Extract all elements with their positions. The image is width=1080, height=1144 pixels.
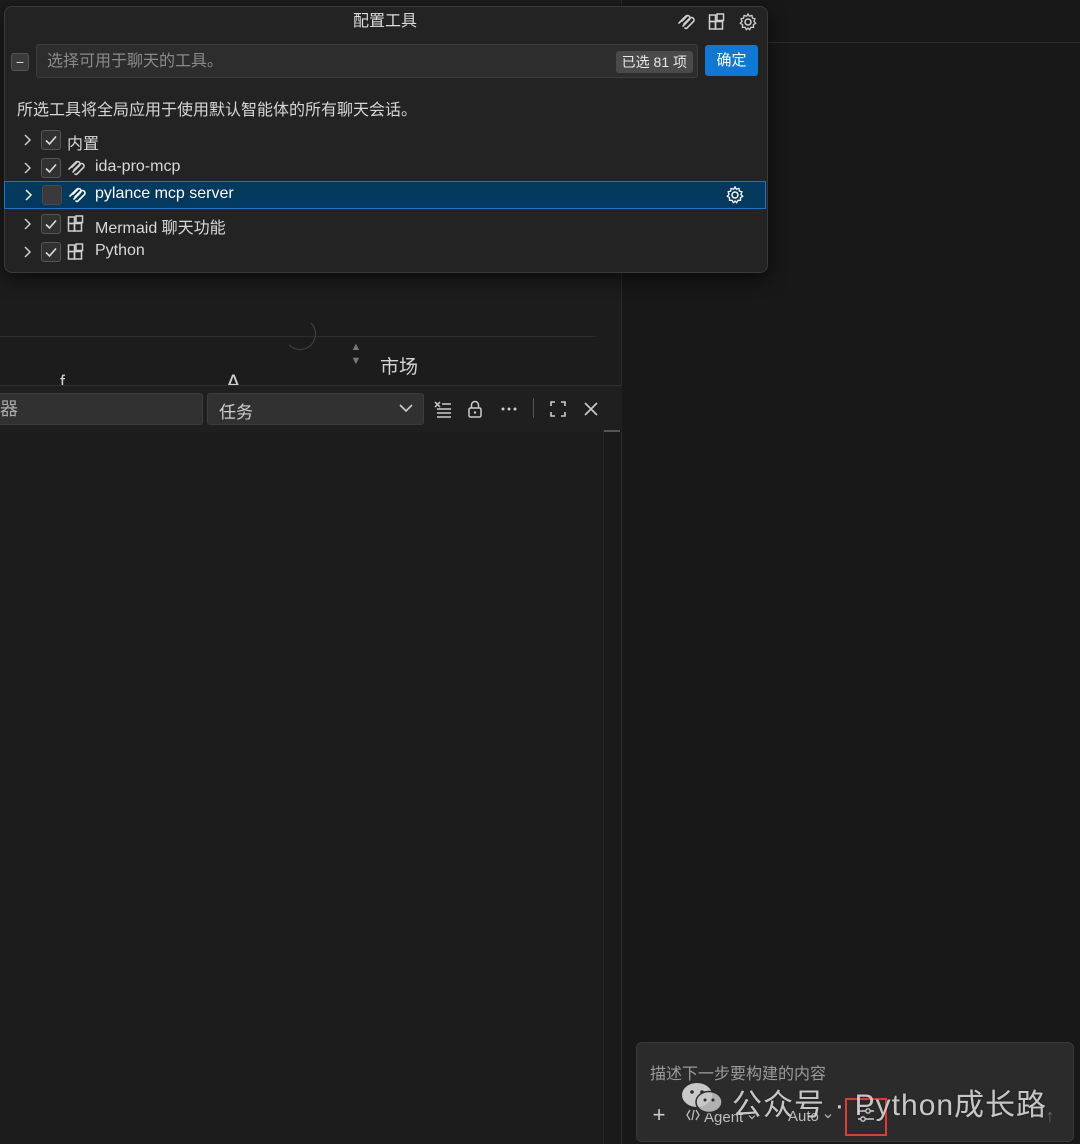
tool-group-row-selected[interactable]: pylance mcp server <box>4 181 766 209</box>
gear-icon[interactable] <box>736 10 760 34</box>
extensions-icon[interactable] <box>705 10 729 34</box>
collapse-all-button[interactable]: − <box>11 53 29 71</box>
market-label: 市场 <box>380 357 419 378</box>
chevron-right-icon[interactable] <box>21 188 35 202</box>
tool-group-row[interactable]: ida-pro-mcp <box>4 154 766 182</box>
tools-search-field[interactable]: 已选 81 项 <box>36 44 698 78</box>
scroll-arrows[interactable]: ▲ ▼ <box>348 340 364 382</box>
tools-search-input[interactable] <box>45 50 609 74</box>
ok-button[interactable]: 确定 <box>705 45 758 76</box>
chevron-right-icon[interactable] <box>20 217 34 231</box>
task-select[interactable]: 任务 <box>207 393 424 425</box>
tool-group-label: Mermaid 聊天功能 <box>95 220 226 237</box>
mcp-icon[interactable] <box>674 10 698 34</box>
watermark-text: 公众号 · Python成长路 <box>732 1089 1048 1122</box>
maximize-icon[interactable] <box>545 396 571 422</box>
clear-list-icon[interactable] <box>429 396 455 422</box>
extensions-icon <box>66 214 86 234</box>
tool-group-label: ida-pro-mcp <box>95 158 181 175</box>
mcp-icon <box>66 158 86 178</box>
tool-checkbox[interactable] <box>41 158 61 178</box>
watermark: 公众号 · Python成长路 <box>680 1080 1047 1124</box>
popup-description: 所选工具将全局应用于使用默认智能体的所有聊天会话。 <box>17 102 418 119</box>
task-select-value: 任务 <box>219 403 253 422</box>
wechat-icon <box>680 1080 724 1124</box>
tool-group-row[interactable]: Mermaid 聊天功能 <box>4 210 766 238</box>
add-context-button[interactable]: + <box>648 1104 670 1126</box>
chevron-right-icon[interactable] <box>20 245 34 259</box>
extensions-icon <box>66 242 86 262</box>
tool-checkbox[interactable] <box>42 185 62 205</box>
filter-input[interactable]: 器 <box>0 393 203 425</box>
panel-scrollbar[interactable] <box>603 430 621 1144</box>
close-icon[interactable] <box>578 396 604 422</box>
more-icon[interactable] <box>496 396 522 422</box>
chevron-right-icon[interactable] <box>20 161 34 175</box>
toolbar-separator <box>533 398 534 418</box>
tool-group-row[interactable]: Python <box>4 238 766 266</box>
tool-group-label: pylance mcp server <box>95 185 234 202</box>
chevron-right-icon[interactable] <box>20 133 34 147</box>
tool-group-label: Python <box>95 242 145 259</box>
lock-icon[interactable] <box>462 396 488 422</box>
tool-group-label: 内置 <box>67 136 100 153</box>
tool-checkbox[interactable] <box>41 242 61 262</box>
tool-checkbox[interactable] <box>41 214 61 234</box>
gear-icon[interactable] <box>725 185 745 205</box>
tool-checkbox[interactable] <box>41 130 61 150</box>
chat-header-divider <box>760 42 1080 43</box>
tool-group-row[interactable]: 内置 <box>4 126 766 154</box>
partial-circle-decoration <box>284 318 316 350</box>
popup-title: 配置工具 <box>352 13 417 30</box>
scrollbar-marker <box>604 430 620 432</box>
chevron-down-icon <box>397 399 415 422</box>
selected-count-badge: 已选 81 项 <box>615 51 693 73</box>
mcp-icon <box>67 185 87 205</box>
